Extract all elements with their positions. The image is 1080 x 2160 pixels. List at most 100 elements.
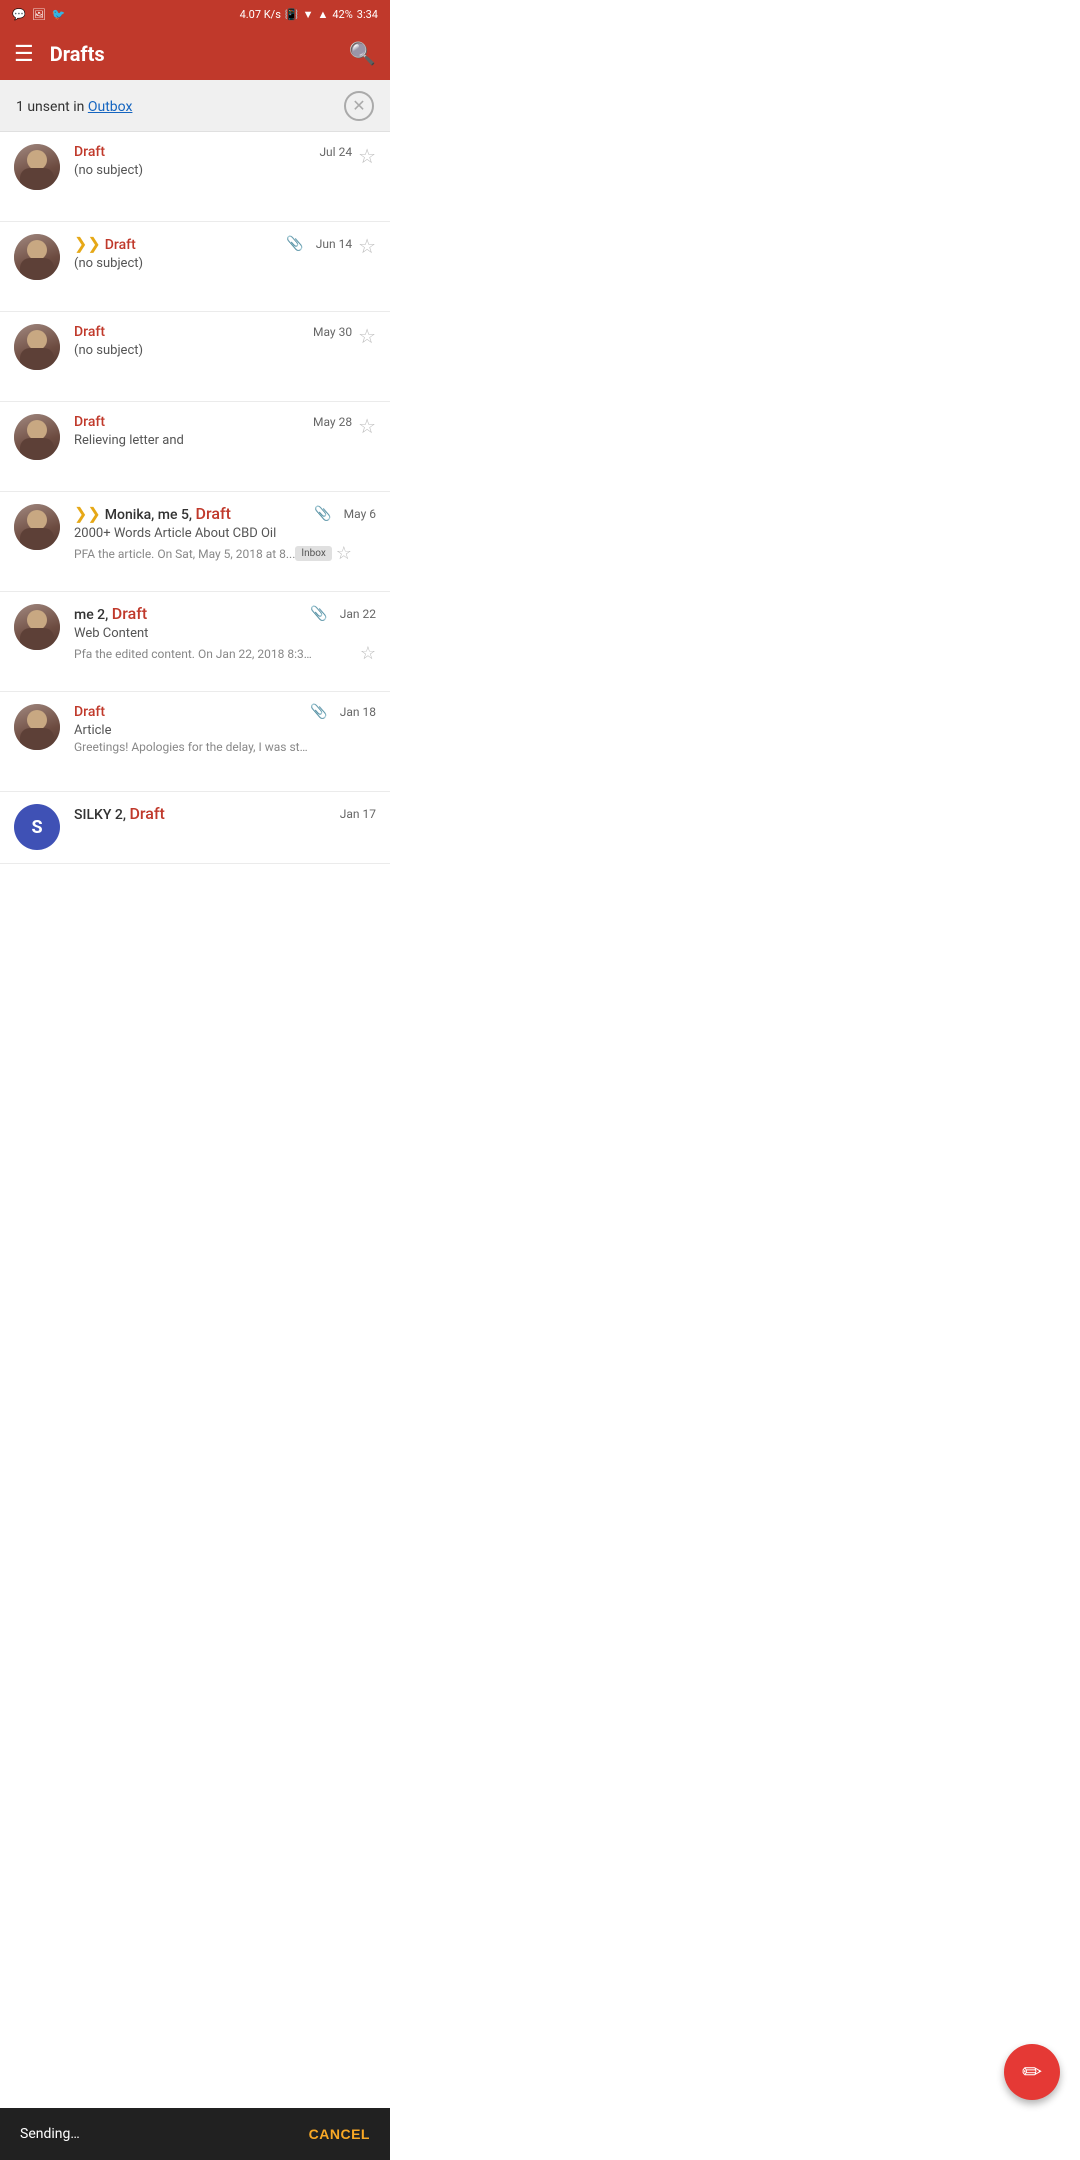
email-date: Jan 17 (340, 807, 376, 821)
email-sender: Draft (74, 324, 105, 340)
email-actions: ☆ (358, 414, 376, 438)
avatar (14, 604, 60, 650)
email-date: May 28 (313, 415, 352, 429)
compose-icon: ✏ (1022, 2058, 1042, 2086)
email-content: ❯❯ Monika, me 5, Draft 📎 May 6 2000+ Wor… (74, 504, 376, 564)
email-header: Draft May 28 (74, 414, 352, 430)
email-header: ❯❯ Monika, me 5, Draft 📎 May 6 (74, 504, 376, 523)
email-actions: ☆ (358, 144, 376, 168)
email-date: Jan 18 (340, 705, 376, 719)
list-item[interactable]: Draft Jul 24 (no subject) ☆ (0, 132, 390, 222)
email-subject: (no subject) (74, 163, 352, 178)
email-actions: ☆ (358, 324, 376, 348)
star-button[interactable]: ☆ (360, 643, 376, 664)
list-item[interactable]: Draft 📎 Jan 18 Article Greetings! Apolog… (0, 692, 390, 792)
avatar (14, 414, 60, 460)
list-item[interactable]: ❯❯ Monika, me 5, Draft 📎 May 6 2000+ Wor… (0, 492, 390, 592)
list-item[interactable]: Draft May 30 (no subject) ☆ (0, 312, 390, 402)
clock: 3:34 (357, 8, 378, 21)
email-header: Draft Jul 24 (74, 144, 352, 160)
email-sender: Draft (74, 144, 105, 160)
twitter-icon: 🐦 (52, 8, 66, 21)
speed-indicator: 4.07 K/s (240, 8, 281, 21)
avatar (14, 324, 60, 370)
email-header: Draft May 30 (74, 324, 352, 340)
draft-label: Draft (129, 804, 164, 823)
email-date: May 30 (313, 325, 352, 339)
outbox-link[interactable]: Outbox (88, 99, 133, 115)
cancel-button[interactable]: CANCEL (309, 2126, 370, 2142)
email-subject: Article (74, 723, 376, 738)
sender-name: SILKY 2, (74, 807, 129, 823)
email-date: May 6 (344, 507, 376, 521)
star-button[interactable]: ☆ (336, 543, 352, 564)
email-preview: Greetings! Apologies for the delay, I wa… (74, 740, 314, 754)
star-button[interactable]: ☆ (358, 414, 376, 438)
email-list: Draft Jul 24 (no subject) ☆ ❯❯ Draft (0, 132, 390, 864)
email-preview: Pfa the edited content. On Jan 22, 2018 … (74, 647, 314, 661)
bottom-bar: Sending… CANCEL (0, 2108, 390, 2160)
email-date: Jul 24 (319, 145, 352, 159)
star-button[interactable]: ☆ (358, 234, 376, 258)
email-content: Draft May 28 Relieving letter and (74, 414, 352, 450)
email-sender: ❯❯ Monika, me 5, Draft (74, 504, 231, 523)
outbox-count-text: 1 unsent in (16, 99, 88, 115)
email-sender: ❯❯ Draft (74, 234, 136, 253)
email-subject: Relieving letter and (74, 433, 352, 448)
email-actions: ☆ (358, 234, 376, 258)
app-bar-left: ☰ Drafts (14, 41, 105, 67)
email-sender: me 2, Draft (74, 604, 147, 623)
priority-icon: ❯❯ (74, 504, 101, 523)
email-content: Draft Jul 24 (no subject) (74, 144, 352, 180)
sender-name: me 2, (74, 607, 112, 623)
status-icons: 💬 🖼 🐦 (12, 8, 65, 21)
avatar (14, 234, 60, 280)
battery-level: 42% (332, 8, 352, 21)
email-content: Draft May 30 (no subject) (74, 324, 352, 360)
list-item[interactable]: Draft May 28 Relieving letter and ☆ (0, 402, 390, 492)
avatar (14, 144, 60, 190)
email-preview-row: PFA the article. On Sat, May 5, 2018 at … (74, 543, 376, 564)
status-bar: 💬 🖼 🐦 4.07 K/s 📳 ▼ ▲ 42% 3:34 (0, 0, 390, 28)
star-button[interactable]: ☆ (358, 144, 376, 168)
inbox-badge: Inbox (295, 546, 331, 561)
email-subject: (no subject) (74, 256, 352, 271)
search-button[interactable]: 🔍 (349, 41, 376, 67)
draft-label: Draft (196, 504, 231, 523)
draft-label: Draft (112, 604, 147, 623)
email-date: Jan 22 (340, 607, 376, 621)
email-content: ❯❯ Draft 📎 Jun 14 (no subject) (74, 234, 352, 273)
vibrate-icon: 📳 (285, 8, 299, 21)
email-header: SILKY 2, Draft Jan 17 (74, 804, 376, 823)
attachment-icon: 📎 (310, 606, 327, 622)
attachment-icon: 📎 (310, 704, 327, 720)
attachment-icon: 📎 (314, 506, 331, 522)
outbox-close-button[interactable]: ✕ (344, 91, 374, 121)
page-title: Drafts (50, 42, 105, 66)
email-preview: PFA the article. On Sat, May 5, 2018 at … (74, 547, 295, 561)
list-item[interactable]: S SILKY 2, Draft Jan 17 (0, 792, 390, 864)
sending-status: Sending… (20, 2126, 80, 2142)
star-button[interactable]: ☆ (358, 324, 376, 348)
compose-button[interactable]: ✏ (1004, 2044, 1060, 2100)
list-item[interactable]: me 2, Draft 📎 Jan 22 Web Content Pfa the… (0, 592, 390, 692)
email-subject: (no subject) (74, 343, 352, 358)
email-content: SILKY 2, Draft Jan 17 (74, 804, 376, 826)
list-item[interactable]: ❯❯ Draft 📎 Jun 14 (no subject) ☆ (0, 222, 390, 312)
email-subject: 2000+ Words Article About CBD Oil (74, 526, 376, 541)
email-date: Jun 14 (316, 237, 352, 251)
signal-icon: ▲ (317, 8, 328, 21)
email-content: Draft 📎 Jan 18 Article Greetings! Apolog… (74, 704, 376, 754)
sender-name: Monika, me 5, (105, 507, 196, 523)
outbox-banner: 1 unsent in Outbox ✕ (0, 80, 390, 132)
email-subject: Web Content (74, 626, 376, 641)
status-right: 4.07 K/s 📳 ▼ ▲ 42% 3:34 (240, 8, 378, 21)
email-header: ❯❯ Draft 📎 Jun 14 (74, 234, 352, 253)
email-sender: Draft (74, 414, 105, 430)
menu-button[interactable]: ☰ (14, 41, 34, 67)
avatar: S (14, 804, 60, 850)
email-header: me 2, Draft 📎 Jan 22 (74, 604, 376, 623)
email-sender: Draft (74, 704, 105, 720)
avatar (14, 504, 60, 550)
avatar (14, 704, 60, 750)
